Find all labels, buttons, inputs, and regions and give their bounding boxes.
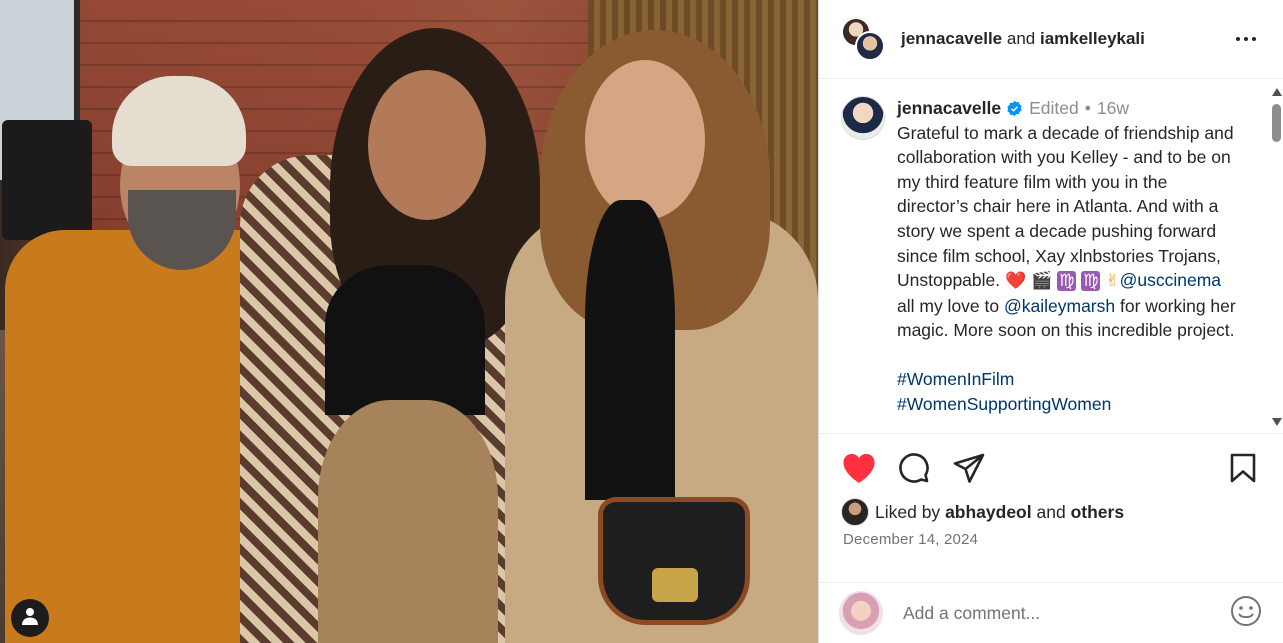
collab-avatars[interactable] [841, 17, 885, 61]
clapper-emoji: 🎬 [1031, 271, 1053, 292]
avatar[interactable] [855, 31, 885, 61]
comment-button[interactable] [896, 452, 932, 488]
virgo-emoji: ♍ [1081, 271, 1101, 292]
like-button[interactable] [841, 452, 877, 488]
post-date[interactable]: December 14, 2024 [843, 531, 978, 548]
likes-summary: Liked by abhaydeol and others [841, 498, 1124, 526]
share-button[interactable] [951, 452, 987, 488]
caption-body: jennacavelle Edited • 16w Grateful to mark… [897, 96, 1242, 416]
more-options-button[interactable] [1231, 24, 1261, 54]
person-right-bag-clasp [652, 568, 698, 602]
person-right-shirt [585, 200, 675, 500]
victory-emoji: ✌ [1105, 271, 1120, 292]
avatar[interactable] [841, 96, 885, 140]
author-link-2[interactable]: iamkelleykali [1040, 29, 1145, 48]
mention-link[interactable]: @usccinema [1120, 270, 1221, 290]
avatar[interactable] [841, 498, 869, 526]
post-age[interactable]: 16w [1097, 98, 1129, 118]
scroll-up-arrow-icon[interactable] [1272, 88, 1282, 96]
avatar [839, 591, 883, 635]
hashtag-link[interactable]: #WomenSupportingWomen [897, 392, 1242, 417]
authors-conjunction: and [1006, 29, 1036, 48]
caption-header: jennacavelle Edited • 16w [897, 96, 1242, 121]
save-button[interactable] [1225, 452, 1261, 488]
hashtags: #WomenInFilm #WomenSupportingWomen [897, 367, 1242, 416]
mention-link[interactable]: @kaileymarsh [1004, 296, 1115, 316]
edited-label: Edited [1029, 98, 1079, 118]
post-side-panel: jennacavelle and iamkelleykali jennacave… [818, 0, 1283, 643]
comment-icon [898, 452, 930, 489]
send-icon [953, 453, 985, 488]
heart-filled-icon [842, 452, 876, 489]
person-middle-skirt [318, 400, 498, 643]
person-middle-top [325, 265, 485, 415]
caption: jennacavelle Edited • 16w Grateful to mark… [819, 80, 1283, 416]
scroll-down-arrow-icon[interactable] [1272, 418, 1282, 426]
likes-prefix: Liked by [875, 501, 941, 522]
tagged-users-button[interactable] [11, 599, 49, 637]
person-middle-head [368, 70, 486, 220]
post-actions [819, 448, 1283, 492]
comments-area[interactable]: jennacavelle Edited • 16w Grateful to mark… [819, 80, 1283, 434]
comments-scrollbar[interactable] [1269, 80, 1283, 434]
add-comment-bar [819, 582, 1283, 643]
caption-text-part2: all my love to [897, 295, 1004, 316]
scroll-thumb[interactable] [1272, 104, 1281, 142]
author-link-1[interactable]: jennacavelle [901, 29, 1002, 48]
liker-link[interactable]: abhaydeol [945, 502, 1032, 523]
caption-text-part1: Grateful to mark a decade of friendship … [897, 122, 1234, 291]
likes-others-link[interactable]: others [1071, 502, 1124, 523]
verified-badge-icon [1006, 100, 1023, 117]
person-right-head [585, 60, 705, 220]
heart-emoji: ❤️ [1005, 271, 1027, 292]
post-photo[interactable] [0, 0, 818, 643]
post-header: jennacavelle and iamkelleykali [819, 0, 1283, 79]
virgo-emoji: ♍ [1057, 271, 1077, 292]
caption-text: Grateful to mark a decade of friendship … [897, 121, 1242, 343]
hashtag-link[interactable]: #WomenInFilm [897, 367, 1242, 392]
person-right-handbag [598, 497, 750, 625]
emoji-smile-icon [1230, 595, 1262, 632]
person-icon [22, 607, 38, 630]
meta-separator: • [1084, 98, 1091, 118]
likes-conjunction: and [1036, 501, 1066, 522]
emoji-picker-button[interactable] [1229, 595, 1263, 632]
more-horizontal-icon [1234, 37, 1258, 41]
photo-bg-camera [2, 120, 92, 240]
caption-username[interactable]: jennacavelle [897, 96, 1001, 121]
comment-input[interactable] [903, 602, 1223, 624]
bookmark-icon [1230, 453, 1256, 488]
post-authors: jennacavelle and iamkelleykali [901, 29, 1231, 49]
caption-meta: Edited • 16w [1029, 96, 1129, 121]
